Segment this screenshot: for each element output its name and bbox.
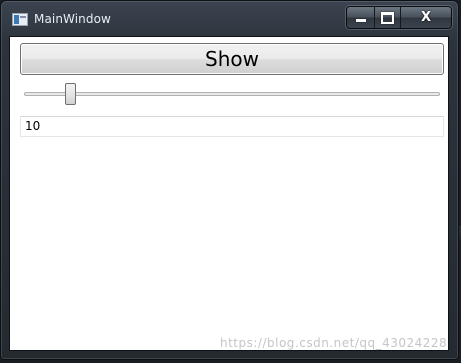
- title-bar[interactable]: MainWindow X: [1, 1, 458, 35]
- show-button[interactable]: Show: [20, 43, 444, 75]
- window-title: MainWindow: [34, 12, 111, 26]
- caption-buttons: X: [346, 6, 452, 29]
- window-app-icon[interactable]: [12, 13, 28, 26]
- close-button[interactable]: X: [401, 7, 451, 28]
- maximize-button[interactable]: [375, 7, 401, 28]
- watermark-text: https://blog.csdn.net/qq_43024228: [220, 336, 448, 350]
- close-icon: X: [420, 10, 432, 25]
- value-slider[interactable]: [24, 83, 440, 105]
- value-textbox[interactable]: 10: [20, 116, 444, 137]
- maximize-icon: [381, 11, 394, 24]
- main-window: MainWindow X Show 10: [0, 0, 459, 360]
- slider-track[interactable]: [24, 92, 440, 96]
- client-area: Show 10: [9, 36, 449, 351]
- minimize-button[interactable]: [347, 7, 375, 28]
- minimize-icon: [355, 19, 366, 22]
- slider-thumb[interactable]: [65, 83, 76, 105]
